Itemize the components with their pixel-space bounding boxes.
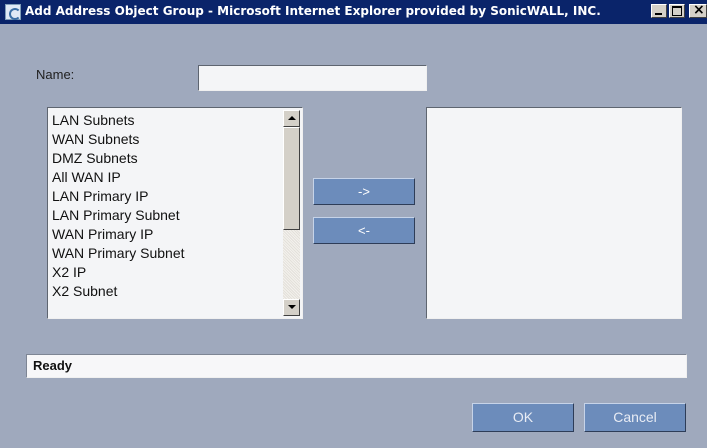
list-item[interactable]: DMZ Subnets bbox=[52, 149, 278, 168]
window-title: Add Address Object Group - Microsoft Int… bbox=[25, 4, 601, 18]
available-list-scrollbar[interactable] bbox=[283, 110, 300, 316]
minimize-icon[interactable] bbox=[651, 4, 667, 18]
group-members-list[interactable] bbox=[426, 107, 682, 319]
list-item[interactable]: LAN Primary IP bbox=[52, 187, 278, 206]
list-item[interactable]: X2 IP bbox=[52, 263, 278, 282]
scroll-down-arrow-icon[interactable] bbox=[283, 299, 300, 316]
list-item[interactable]: X2 Subnet bbox=[52, 282, 278, 301]
scrollbar-thumb[interactable] bbox=[283, 127, 300, 230]
scroll-up-arrow-icon[interactable] bbox=[283, 110, 300, 127]
remove-from-group-button[interactable]: <- bbox=[313, 217, 415, 244]
status-bar: Ready bbox=[26, 354, 687, 378]
list-item[interactable]: LAN Subnets bbox=[52, 111, 278, 130]
list-item[interactable]: All WAN IP bbox=[52, 168, 278, 187]
add-to-group-button[interactable]: -> bbox=[313, 178, 415, 205]
ok-button[interactable]: OK bbox=[472, 403, 574, 432]
available-objects-list[interactable]: LAN Subnets WAN Subnets DMZ Subnets All … bbox=[47, 107, 303, 319]
name-label: Name: bbox=[36, 67, 75, 82]
window-titlebar: Add Address Object Group - Microsoft Int… bbox=[0, 0, 707, 24]
list-item[interactable]: WAN Subnets bbox=[52, 130, 278, 149]
list-item[interactable]: WAN Primary IP bbox=[52, 225, 278, 244]
cancel-button[interactable]: Cancel bbox=[584, 403, 686, 432]
maximize-icon[interactable] bbox=[669, 4, 685, 18]
list-item[interactable]: LAN Primary Subnet bbox=[52, 206, 278, 225]
close-icon[interactable] bbox=[689, 2, 707, 18]
ie-window-icon[interactable] bbox=[5, 4, 21, 20]
name-input[interactable] bbox=[198, 65, 427, 91]
list-item[interactable]: WAN Primary Subnet bbox=[52, 244, 278, 263]
